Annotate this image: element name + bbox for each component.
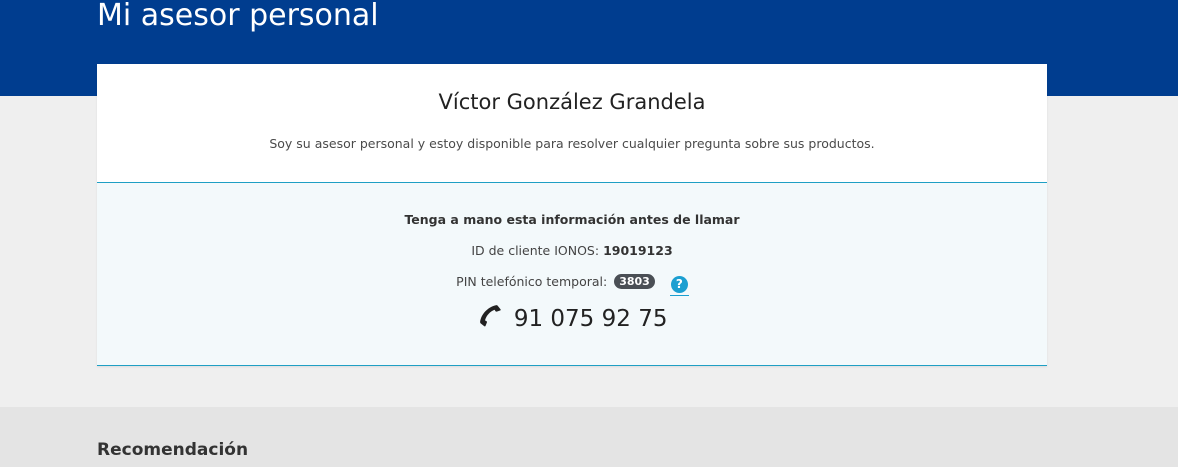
advisor-header: Víctor González Grandela Soy su asesor p… [97,64,1047,183]
phone-number[interactable]: 91 075 92 75 [514,306,668,332]
client-id-row: ID de cliente IONOS: 19019123 [97,243,1047,259]
pin-row: PIN telefónico temporal: 3803 ? [97,273,1047,296]
phone-row: 91 075 92 75 [97,303,1047,334]
pin-badge: 3803 [614,274,655,289]
client-id-label: ID de cliente IONOS: [471,243,600,258]
help-icon[interactable]: ? [669,276,689,296]
pin-label: PIN telefónico temporal: [456,274,608,289]
phone-icon [479,305,501,327]
client-id-value: 19019123 [603,243,673,258]
advisor-name: Víctor González Grandela [438,90,706,114]
contact-info-panel: Tenga a mano esta información antes de l… [97,183,1047,366]
advisor-description: Soy su asesor personal y estoy disponibl… [269,136,875,151]
advisor-card: Víctor González Grandela Soy su asesor p… [97,64,1047,366]
recommendation-title: Recomendación [97,440,249,460]
info-heading: Tenga a mano esta información antes de l… [404,212,740,227]
page-title: Mi asesor personal [97,0,379,33]
